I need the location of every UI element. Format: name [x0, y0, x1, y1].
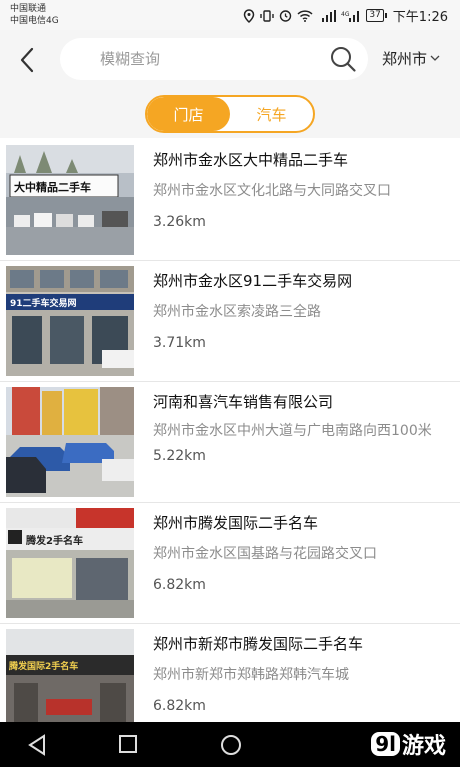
store-sign-text: 腾发国际2手名车: [8, 660, 78, 672]
store-address: 郑州市金水区国基路与花园路交叉口: [153, 546, 377, 562]
watermark-text: 游戏: [401, 734, 446, 759]
svg-text:4G: 4G: [341, 11, 350, 18]
tabs-bar: 门店 汽车: [0, 90, 460, 138]
store-photo: 腾发国际2手名车: [6, 629, 134, 722]
store-photo: 腾发2手名车: [6, 508, 134, 618]
header: 郑州市: [0, 30, 460, 90]
store-sign-text: 大中精品二手车: [14, 180, 91, 194]
list-item[interactable]: 大中精品二手车 郑州市金水区大中精品二手车 郑州市金水区文化北路与大同路交叉口 …: [0, 140, 460, 261]
back-button[interactable]: [10, 42, 44, 78]
store-photo: 91二手车交易网: [6, 266, 134, 376]
city-selector[interactable]: 郑州市: [382, 48, 440, 69]
segment-tabs: 门店 汽车: [145, 95, 315, 133]
search-input[interactable]: [100, 47, 310, 71]
status-icons: 4G 37 下午1:26: [243, 6, 448, 25]
battery-icon: 37: [366, 9, 388, 22]
city-label: 郑州市: [382, 50, 428, 68]
list-item[interactable]: 腾发国际2手名车 郑州市新郑市腾发国际二手名车 郑州市新郑市郑韩路郑韩汽车城 6…: [0, 624, 460, 722]
tab-cars[interactable]: 汽车: [230, 97, 313, 131]
nav-home-icon[interactable]: [220, 734, 242, 756]
store-address: 郑州市新郑市郑韩路郑韩汽车城: [153, 667, 349, 683]
carrier-1: 中国联通: [10, 4, 47, 14]
store-sign-text: 腾发2手名车: [25, 534, 83, 547]
watermark-num: 9l: [371, 732, 400, 756]
store-name: 郑州市腾发国际二手名车: [153, 514, 319, 532]
search-button[interactable]: [328, 44, 358, 74]
carrier-2: 中国电信4G: [10, 16, 59, 26]
wifi-icon: [297, 9, 313, 22]
store-sign-text: 91二手车交易网: [10, 297, 77, 309]
alarm-icon: [279, 9, 292, 22]
store-list: 大中精品二手车 郑州市金水区大中精品二手车 郑州市金水区文化北路与大同路交叉口 …: [0, 140, 460, 722]
signal-4g-icon: 4G: [341, 10, 361, 22]
chevron-down-icon: [430, 55, 440, 61]
store-name: 郑州市金水区91二手车交易网: [153, 272, 353, 290]
vibrate-icon: [260, 9, 275, 22]
list-item[interactable]: 腾发2手名车 郑州市腾发国际二手名车 郑州市金水区国基路与花园路交叉口 6.82…: [0, 503, 460, 624]
search-icon: [331, 47, 356, 72]
system-nav-bar: 9l 游戏: [0, 722, 460, 767]
store-distance: 6.82km: [153, 698, 206, 714]
store-name: 郑州市金水区大中精品二手车: [153, 151, 349, 169]
nav-recent-icon[interactable]: [119, 735, 137, 753]
store-address: 郑州市金水区索凌路三全路: [153, 304, 321, 320]
carrier-info: 中国联通 中国电信4G: [10, 3, 59, 27]
store-distance: 5.22km: [153, 448, 206, 464]
store-distance: 3.26km: [153, 214, 206, 230]
store-photo: 大中精品二手车: [6, 145, 134, 255]
location-icon: [243, 8, 255, 23]
store-distance: 6.82km: [153, 577, 206, 593]
clock: 下午1:26: [392, 10, 448, 25]
nav-back-icon[interactable]: [26, 734, 48, 756]
watermark-logo: 9l 游戏: [371, 728, 446, 760]
tab-stores[interactable]: 门店: [147, 97, 230, 131]
list-item[interactable]: 河南和喜汽车销售有限公司 郑州市金水区中州大道与广电南路向西100米 5.22k…: [0, 382, 460, 503]
store-name: 郑州市新郑市腾发国际二手名车: [153, 635, 364, 653]
store-address: 郑州市金水区中州大道与广电南路向西100米: [153, 423, 432, 439]
store-name: 河南和喜汽车销售有限公司: [153, 393, 334, 411]
status-bar: 中国联通 中国电信4G 4G 37 下午1:26: [0, 0, 460, 30]
signal-icon: [318, 9, 337, 22]
store-photo: [6, 387, 134, 497]
store-distance: 3.71km: [153, 335, 206, 351]
chevron-left-icon: [20, 47, 34, 73]
store-address: 郑州市金水区文化北路与大同路交叉口: [153, 183, 391, 199]
search-box[interactable]: [60, 38, 368, 80]
list-item[interactable]: 91二手车交易网 郑州市金水区91二手车交易网 郑州市金水区索凌路三全路 3.7…: [0, 261, 460, 382]
